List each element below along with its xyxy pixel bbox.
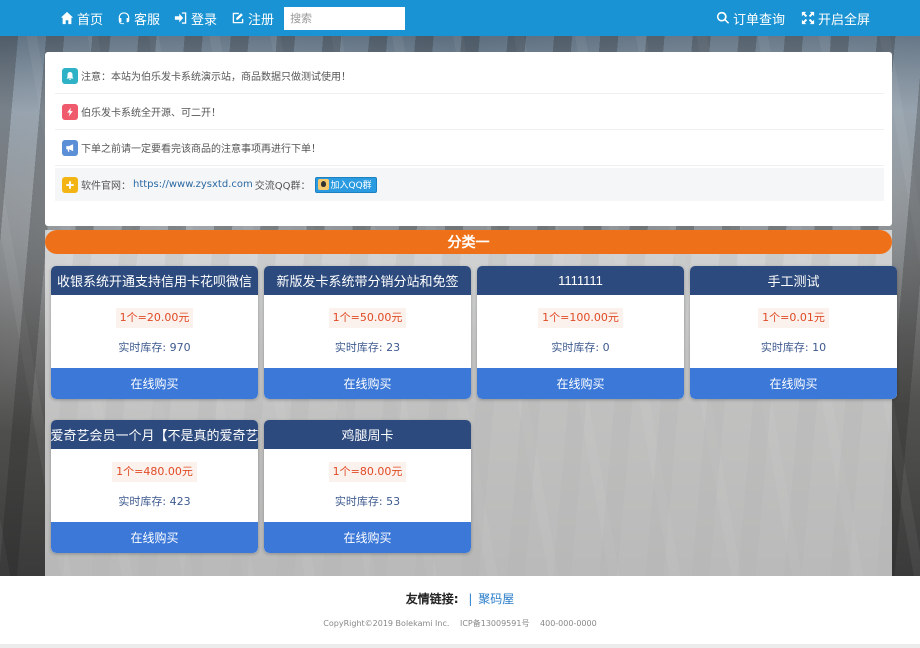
phone-text: 400-000-0000 [540, 619, 597, 628]
notice-panel: 注意：本站为伯乐发卡系统演示站，商品数据只做测试使用！ 伯乐发卡系统全开源、可二… [45, 52, 892, 226]
product-price: 1个=480.00元 [51, 460, 258, 482]
notice-row: 注意：本站为伯乐发卡系统演示站，商品数据只做测试使用！ [55, 58, 884, 94]
product-stock: 实时库存: 53 [264, 493, 471, 508]
qq-group-label: 交流QQ群： [254, 181, 311, 192]
stock-value: 0 [602, 341, 610, 354]
product-card: 爱奇艺会员一个月【不是真的爱奇艺 1个=480.00元 实时库存: 423 在线… [51, 420, 258, 553]
stock-label: 实时库存: [760, 341, 809, 354]
expand-icon [801, 11, 815, 25]
product-title: 收银系统开通支持信用卡花呗微信 [51, 266, 258, 295]
product-price: 1个=0.01元 [690, 306, 897, 328]
join-qq-label: 加入QQ群 [330, 181, 372, 191]
copyright: CopyRight©2019 Bolekami Inc. ICP备1300959… [0, 618, 920, 629]
stock-value: 10 [812, 341, 827, 354]
nav-login-label: 登录 [191, 12, 218, 28]
product-card: 手工测试 1个=0.01元 实时库存: 10 在线购买 [690, 266, 897, 399]
friend-link-jumawu[interactable]: 聚码屋 [478, 592, 514, 606]
friend-links-separator: | [468, 592, 473, 606]
product-price-value: 1个=50.00元 [328, 308, 407, 328]
qq-icon [317, 179, 329, 190]
category-title: 分类一 [447, 235, 490, 251]
nav-service[interactable]: 客服 [117, 9, 160, 28]
product-price: 1个=80.00元 [264, 460, 471, 482]
buy-button[interactable]: 在线购买 [51, 368, 258, 399]
product-card: 1111111 1个=100.00元 实时库存: 0 在线购买 [477, 266, 684, 399]
nav-register-label: 注册 [248, 12, 275, 28]
search-input[interactable] [284, 6, 406, 30]
register-icon [232, 12, 244, 24]
stock-label: 实时库存: [118, 495, 167, 508]
notice-text: 下单之前请一定要看完该商品的注意事项再进行下单！ [81, 144, 321, 155]
stock-value: 53 [386, 495, 401, 508]
icp-text: ICP备13009591号 [459, 619, 530, 628]
friend-links-label: 友情链接: [405, 592, 459, 606]
product-title: 手工测试 [690, 266, 897, 295]
category-header[interactable]: 分类一 [45, 230, 892, 254]
stock-label: 实时库存: [551, 341, 600, 354]
product-stock: 实时库存: 23 [264, 339, 471, 354]
product-price-value: 1个=80.00元 [328, 462, 407, 482]
notice-row-website: 软件官网： https://www.zysxtd.com 交流QQ群： 加入QQ… [55, 168, 884, 201]
nav-home-label: 首页 [77, 12, 104, 28]
product-price: 1个=100.00元 [477, 306, 684, 328]
home-icon [60, 11, 74, 25]
nav-register[interactable]: 注册 [231, 9, 274, 28]
footer: 友情链接: | 聚码屋 CopyRight©2019 Bolekami Inc.… [0, 576, 920, 648]
nav-order-query[interactable]: 订单查询 [716, 9, 785, 28]
product-stock: 实时库存: 970 [51, 339, 258, 354]
buy-button[interactable]: 在线购买 [477, 368, 684, 399]
top-navbar: 首页 客服 登录 注册 订单查询 开启全屏 [0, 0, 920, 36]
stock-value: 970 [169, 341, 191, 354]
notice-row: 伯乐发卡系统全开源、可二开！ [55, 94, 884, 130]
product-price-value: 1个=0.01元 [758, 308, 829, 328]
buy-button[interactable]: 在线购买 [264, 368, 471, 399]
buy-button[interactable]: 在线购买 [690, 368, 897, 399]
bolt-icon [62, 103, 78, 120]
product-title: 新版发卡系统带分销分站和免签 [264, 266, 471, 295]
nav-order-query-label: 订单查询 [732, 12, 785, 28]
stock-value: 23 [386, 341, 401, 354]
join-qq-button[interactable]: 加入QQ群 [314, 176, 377, 193]
nav-right-group: 订单查询 开启全屏 [700, 0, 870, 36]
product-card: 鸡腿周卡 1个=80.00元 实时库存: 53 在线购买 [264, 420, 471, 553]
copyright-text: CopyRight©2019 Bolekami Inc. [323, 619, 450, 628]
product-title: 爱奇艺会员一个月【不是真的爱奇艺 [51, 420, 258, 449]
product-card: 新版发卡系统带分销分站和免签 1个=50.00元 实时库存: 23 在线购买 [264, 266, 471, 399]
friend-links: 友情链接: | 聚码屋 [0, 590, 920, 607]
nav-login[interactable]: 登录 [174, 9, 217, 28]
nav-fullscreen[interactable]: 开启全屏 [801, 9, 870, 28]
product-card: 收银系统开通支持信用卡花呗微信 1个=20.00元 实时库存: 970 在线购买 [51, 266, 258, 399]
product-price: 1个=50.00元 [264, 306, 471, 328]
bullhorn-icon [62, 139, 78, 156]
product-price: 1个=20.00元 [51, 306, 258, 328]
product-price-value: 1个=480.00元 [112, 462, 197, 482]
stock-value: 423 [169, 495, 191, 508]
plus-icon [62, 176, 78, 193]
stock-label: 实时库存: [334, 341, 383, 354]
stock-label: 实时库存: [334, 495, 383, 508]
notice-row: 下单之前请一定要看完该商品的注意事项再进行下单！ [55, 130, 884, 166]
product-stock: 实时库存: 0 [477, 339, 684, 354]
product-price-value: 1个=20.00元 [115, 308, 194, 328]
bell-icon [62, 67, 78, 84]
headset-icon [118, 12, 130, 25]
nav-service-label: 客服 [134, 12, 161, 28]
footer-divider [0, 644, 920, 648]
website-label: 软件官网： [81, 181, 131, 192]
buy-button[interactable]: 在线购买 [264, 522, 471, 553]
product-price-value: 1个=100.00元 [538, 308, 623, 328]
product-stock: 实时库存: 10 [690, 339, 897, 354]
sign-in-icon [174, 12, 187, 24]
product-title: 鸡腿周卡 [264, 420, 471, 449]
nav-home[interactable]: 首页 [60, 9, 103, 28]
website-link[interactable]: https://www.zysxtd.com [133, 179, 253, 190]
stock-label: 实时库存: [118, 341, 167, 354]
notice-text: 伯乐发卡系统全开源、可二开！ [81, 108, 221, 119]
product-title: 1111111 [477, 266, 684, 295]
buy-button[interactable]: 在线购买 [51, 522, 258, 553]
product-stock: 实时库存: 423 [51, 493, 258, 508]
nav-fullscreen-label: 开启全屏 [817, 12, 870, 28]
notice-text: 注意：本站为伯乐发卡系统演示站，商品数据只做测试使用！ [81, 72, 351, 83]
search-icon [716, 11, 730, 24]
